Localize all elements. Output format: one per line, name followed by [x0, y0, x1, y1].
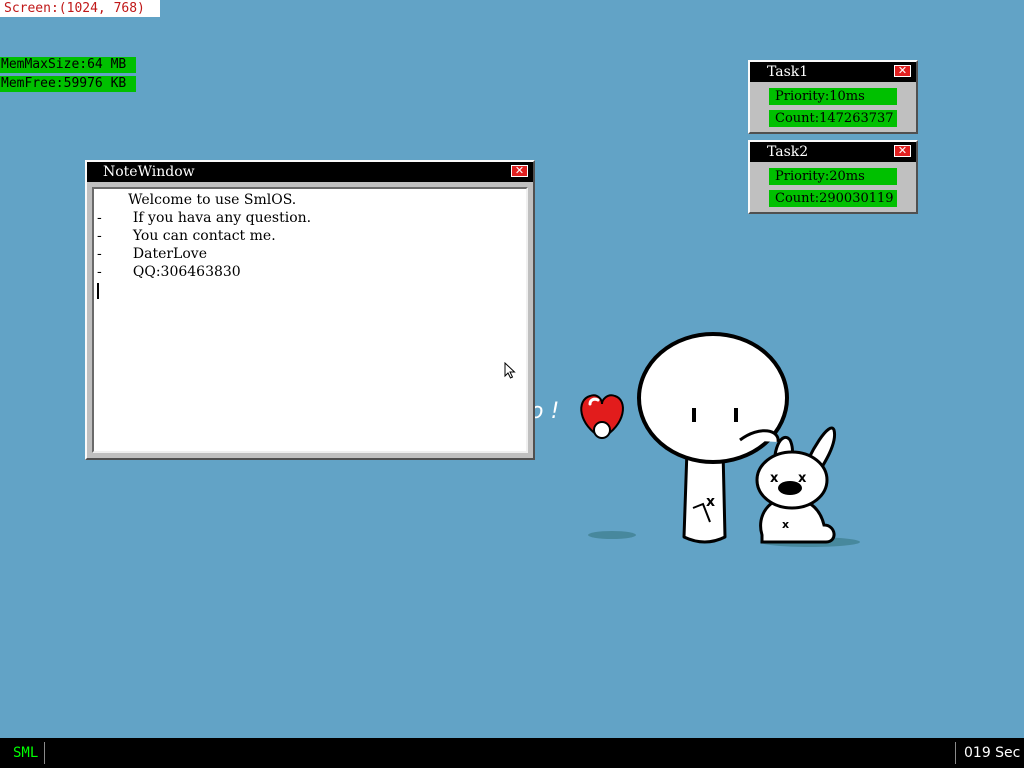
task2-titlebar[interactable]: Task2 ✕ [750, 142, 916, 162]
note-window[interactable]: NoteWindow ✕ Welcome to use SmlOS. - If … [85, 160, 535, 460]
task1-priority-label: Priority:10ms [769, 88, 897, 105]
svg-text:x: x [706, 494, 715, 510]
close-icon: ✕ [514, 164, 525, 177]
desktop: Screen:(1024, 768) MemMaxSize:64 MB MemF… [0, 0, 1024, 768]
uptime-clock: 019 Sec [964, 745, 1021, 761]
note-line: - You can contact me. [97, 228, 276, 244]
task1-titlebar[interactable]: Task1 ✕ [750, 62, 916, 82]
close-icon: ✕ [897, 64, 908, 77]
taskbar-divider [44, 742, 45, 764]
task1-count-label: Count:147263737 [769, 110, 897, 127]
note-window-title: NoteWindow [103, 164, 195, 180]
note-window-close-button[interactable]: ✕ [511, 165, 528, 177]
task2-window[interactable]: Task2 ✕ Priority:20ms Count:290030119 [748, 140, 918, 214]
task1-title: Task1 [767, 64, 809, 80]
note-line: Welcome to use SmlOS. [97, 192, 297, 208]
start-button-label: SML [13, 745, 39, 761]
svg-text:x: x [770, 471, 779, 486]
wallpaper-illustration: o ! x x x x [530, 332, 860, 547]
note-text-area[interactable]: Welcome to use SmlOS. - If you hava any … [92, 187, 528, 453]
mem-free-label: MemFree:59976 KB [0, 76, 136, 92]
task2-close-button[interactable]: ✕ [894, 145, 911, 157]
note-window-titlebar[interactable]: NoteWindow ✕ [87, 162, 533, 182]
task2-title: Task2 [767, 144, 809, 160]
arrow-cursor-icon [504, 362, 516, 379]
screen-resolution-label: Screen:(1024, 768) [0, 0, 160, 17]
note-line: - DaterLove [97, 246, 207, 262]
task1-close-button[interactable]: ✕ [894, 65, 911, 77]
task2-priority-label: Priority:20ms [769, 168, 897, 185]
note-line: - If you hava any question. [97, 210, 312, 226]
text-caret-line [97, 281, 526, 299]
close-icon: ✕ [897, 144, 908, 157]
text-caret [97, 283, 99, 299]
svg-text:x: x [782, 518, 789, 531]
taskbar-divider [955, 742, 956, 764]
svg-text:x: x [798, 471, 807, 486]
task2-count-label: Count:290030119 [769, 190, 897, 207]
mem-max-size-label: MemMaxSize:64 MB [0, 57, 136, 73]
taskbar: SML 019 Sec [0, 738, 1024, 768]
note-line: - QQ:306463830 [97, 264, 241, 280]
start-button[interactable]: SML [0, 738, 44, 768]
task1-window[interactable]: Task1 ✕ Priority:10ms Count:147263737 [748, 60, 918, 134]
